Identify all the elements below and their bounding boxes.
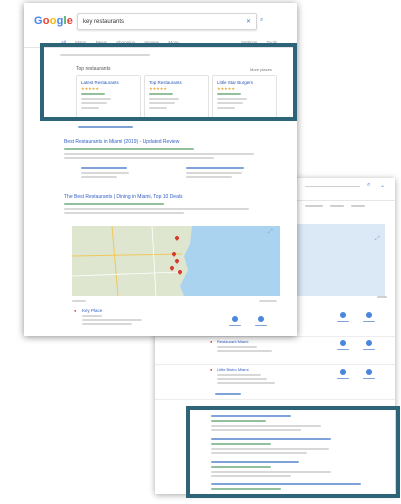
website-icon[interactable]: [340, 312, 346, 318]
organic-result-title[interactable]: The Best Restaurants | Dining in Miami, …: [64, 194, 182, 200]
result-marker-icon: ●: [210, 367, 213, 372]
map-panel[interactable]: ⤢: [72, 226, 280, 296]
search-icon[interactable]: ⌕: [367, 182, 370, 189]
website-icon[interactable]: [340, 369, 346, 375]
result-marker-icon: ●: [210, 339, 213, 344]
place-result-title[interactable]: Restaurant Miami: [217, 339, 248, 344]
directions-icon[interactable]: [366, 369, 372, 375]
mic-icon[interactable]: ✕: [246, 18, 251, 25]
organic-results-highlight: [186, 406, 400, 498]
local-pack-highlight: [40, 43, 297, 121]
directions-icon[interactable]: [366, 340, 372, 346]
search-input[interactable]: key restaurants: [77, 13, 257, 30]
directions-icon[interactable]: [366, 312, 372, 318]
chevron-down-icon[interactable]: ⌄: [380, 182, 385, 189]
website-icon[interactable]: [232, 316, 238, 322]
organic-result-title[interactable]: Best Restaurants in Miami (2019) - Updat…: [64, 139, 179, 145]
website-icon[interactable]: [340, 340, 346, 346]
directions-icon[interactable]: [258, 316, 264, 322]
map-extension[interactable]: [295, 224, 385, 296]
google-logo[interactable]: Google: [34, 15, 73, 27]
expand-map-icon[interactable]: ⤢: [268, 229, 273, 236]
search-query: key restaurants: [83, 19, 125, 25]
place-result-title[interactable]: Little Bistro Miami: [217, 367, 249, 372]
result-marker-icon: ●: [74, 308, 77, 313]
place-result-title[interactable]: Key Place: [82, 308, 102, 313]
expand-map-icon[interactable]: ⤢: [375, 236, 380, 243]
search-icon[interactable]: ⌕: [260, 17, 263, 24]
